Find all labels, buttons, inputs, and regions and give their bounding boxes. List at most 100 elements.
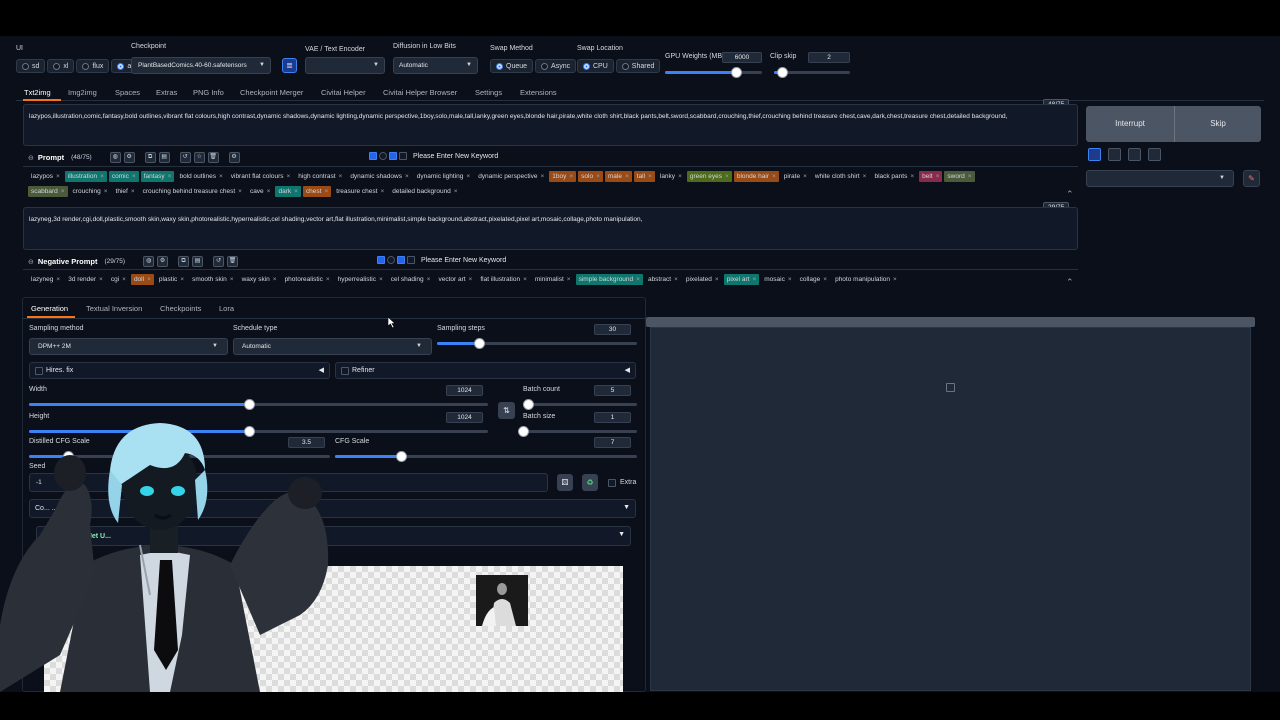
slider-handle[interactable] <box>474 338 485 349</box>
keyword-tag[interactable]: black pants × <box>871 171 917 182</box>
keyword-tag[interactable]: comic × <box>108 171 139 182</box>
remove-tag-icon[interactable]: × <box>405 173 409 180</box>
slider-handle[interactable] <box>518 426 529 437</box>
prompt-textarea[interactable]: lazypos,illustration,comic,fantasy,bold … <box>23 104 1078 146</box>
remove-tag-icon[interactable]: × <box>625 173 629 180</box>
remove-tag-icon[interactable]: × <box>823 276 827 283</box>
checkbox-icon[interactable] <box>407 256 415 264</box>
sampling-steps-input[interactable]: 30 <box>594 324 631 335</box>
remove-tag-icon[interactable]: × <box>104 188 108 195</box>
keyword-tag[interactable]: male × <box>604 171 632 182</box>
hires-fix-checkbox[interactable] <box>35 367 43 375</box>
keyword-tag[interactable]: solo × <box>578 171 603 182</box>
remove-tag-icon[interactable]: × <box>379 276 383 283</box>
remove-tag-icon[interactable]: × <box>725 173 729 180</box>
tab-checkpoint-merger[interactable]: Checkpoint Merger <box>240 88 303 97</box>
batch-size-slider[interactable] <box>518 426 637 437</box>
settings-icon[interactable]: ⚙ <box>157 256 169 267</box>
trash-icon[interactable]: 🗑 <box>227 256 238 267</box>
keyword-tag[interactable]: waxy skin × <box>239 274 280 285</box>
keyword-tag[interactable]: thief × <box>113 186 138 197</box>
keyword-tag[interactable]: 3d render × <box>65 274 106 285</box>
expand-left-icon[interactable]: ◀ <box>625 366 630 374</box>
clip-skip-input[interactable]: 2 <box>808 52 850 63</box>
keyword-tag[interactable]: doll × <box>130 274 154 285</box>
keyword-tag[interactable]: photo manipulation × <box>832 274 900 285</box>
remove-tag-icon[interactable]: × <box>863 173 867 180</box>
remove-tag-icon[interactable]: × <box>326 276 330 283</box>
styles-select[interactable]: ▼ <box>1086 170 1234 187</box>
remove-tag-icon[interactable]: × <box>803 173 807 180</box>
clip-skip-slider[interactable] <box>774 67 850 78</box>
chevron-down-icon[interactable]: ▼ <box>618 531 625 538</box>
gpu-weights-slider[interactable] <box>665 67 762 78</box>
remove-tag-icon[interactable]: × <box>678 173 682 180</box>
history-icon[interactable]: ↺ <box>179 152 191 163</box>
keyword-tag[interactable]: hyperrealistic × <box>335 274 386 285</box>
keyword-tag[interactable]: scabbard × <box>28 186 68 197</box>
remove-tag-icon[interactable]: × <box>893 276 897 283</box>
tab-civitai-helper[interactable]: Civitai Helper <box>321 88 366 97</box>
note-icon[interactable] <box>1148 148 1161 161</box>
keyword-tag[interactable]: white cloth shirt × <box>812 171 870 182</box>
remove-tag-icon[interactable]: × <box>636 276 640 283</box>
remove-tag-icon[interactable]: × <box>523 276 527 283</box>
keyword-tag[interactable]: cgi × <box>108 274 129 285</box>
skip-button[interactable]: Skip <box>1174 106 1261 142</box>
tab-extensions[interactable]: Extensions <box>520 88 557 97</box>
remove-tag-icon[interactable]: × <box>772 173 776 180</box>
remove-tag-icon[interactable]: × <box>324 188 328 195</box>
remove-tag-icon[interactable]: × <box>132 173 136 180</box>
trash-icon[interactable] <box>1128 148 1141 161</box>
cfg-scale-slider[interactable] <box>335 451 637 462</box>
tab-png-info[interactable]: PNG Info <box>193 88 224 97</box>
keyword-tag[interactable]: simple background × <box>575 274 643 285</box>
remove-tag-icon[interactable]: × <box>968 173 972 180</box>
history-icon[interactable]: ↺ <box>213 256 224 267</box>
keyword-tag[interactable]: cave × <box>247 186 274 197</box>
ui-option-xl[interactable]: xl <box>47 59 75 73</box>
negative-prompt-textarea[interactable]: lazyneg,3d render,cgi,doll,plastic,smoot… <box>23 207 1078 250</box>
schedule-type-select[interactable]: Automatic ▼ <box>233 338 432 355</box>
keyword-tag[interactable]: abstract × <box>645 274 681 285</box>
remove-tag-icon[interactable]: × <box>180 276 184 283</box>
vae-select[interactable]: ▼ <box>305 57 385 74</box>
slider-handle[interactable] <box>777 67 788 78</box>
checkbox-icon[interactable] <box>377 256 385 264</box>
translate-icon[interactable]: ◍ <box>109 152 121 163</box>
remove-tag-icon[interactable]: × <box>567 276 571 283</box>
swap-location-shared[interactable]: Shared <box>615 59 661 73</box>
tab-txt2img[interactable]: Txt2img <box>24 88 51 97</box>
keyword-tag[interactable]: lazypos × <box>28 171 63 182</box>
keyword-tag[interactable]: lanky × <box>657 171 685 182</box>
keyword-tag[interactable]: crouching × <box>70 186 111 197</box>
remove-tag-icon[interactable]: × <box>238 188 242 195</box>
remove-tag-icon[interactable]: × <box>540 173 544 180</box>
sampling-steps-slider[interactable] <box>437 338 637 349</box>
keyword-tag[interactable]: cel shading × <box>388 274 434 285</box>
keyword-tag[interactable]: dark × <box>275 186 301 197</box>
remove-tag-icon[interactable]: × <box>715 276 719 283</box>
collapse-icon[interactable]: ⊖ <box>28 154 34 162</box>
slider-handle[interactable] <box>731 67 742 78</box>
remove-tag-icon[interactable]: × <box>788 276 792 283</box>
swap-method-async[interactable]: Async <box>535 59 577 73</box>
keyword-tag[interactable]: sword × <box>944 171 975 182</box>
remove-tag-icon[interactable]: × <box>56 276 60 283</box>
keyword-tag[interactable]: dynamic shadows × <box>347 171 411 182</box>
remove-tag-icon[interactable]: × <box>100 173 104 180</box>
batch-count-slider[interactable] <box>523 399 637 410</box>
remove-tag-icon[interactable]: × <box>936 173 940 180</box>
dice-icon[interactable]: ⚄ <box>557 474 573 491</box>
tab-img2img[interactable]: Img2img <box>68 88 97 97</box>
remove-tag-icon[interactable]: × <box>427 276 431 283</box>
width-input[interactable]: 1024 <box>446 385 483 396</box>
remove-tag-icon[interactable]: × <box>267 188 271 195</box>
keyword-tag[interactable]: high contrast × <box>295 171 345 182</box>
tab-settings[interactable]: Settings <box>475 88 502 97</box>
keyword-tag[interactable]: detailed background × <box>389 186 460 197</box>
checkpoint-select[interactable]: PlantBasedComics.40-60.safetensors ▼ <box>131 57 271 74</box>
remove-tag-icon[interactable]: × <box>569 173 573 180</box>
remove-tag-icon[interactable]: × <box>339 173 343 180</box>
remove-tag-icon[interactable]: × <box>61 188 65 195</box>
